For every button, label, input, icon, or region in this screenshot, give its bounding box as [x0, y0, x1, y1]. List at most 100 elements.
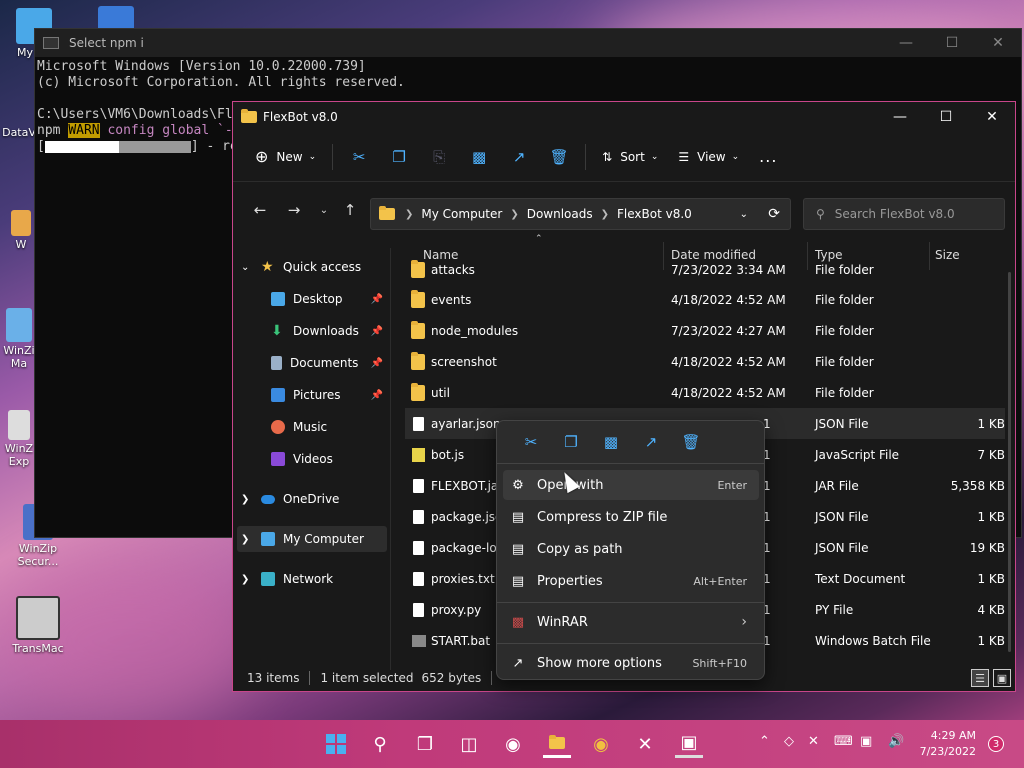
scrollbar[interactable] [1008, 272, 1011, 652]
submenu-chevron-icon: › [741, 614, 747, 630]
keyboard-icon[interactable]: ⌨ [834, 734, 853, 749]
delete-icon[interactable]: 🗑 [550, 148, 569, 166]
terminal-icon[interactable]: ▣ [675, 730, 703, 758]
menu-divider [497, 463, 764, 464]
minimize-button[interactable]: — [877, 102, 923, 132]
table-row[interactable]: attacks 7/23/2022 3:34 AM File folder [405, 260, 1005, 285]
app-icon [11, 210, 31, 236]
address-bar[interactable]: ❯ My Computer ❯ Downloads ❯ FlexBot v8.0… [370, 198, 791, 230]
new-button[interactable]: ⊕ New ⌄ [245, 141, 326, 173]
tiles-view-icon[interactable]: ▣ [993, 669, 1011, 687]
chevron-down-icon: ⌄ [308, 151, 317, 162]
desktop-icon-w[interactable]: W [4, 210, 38, 251]
file-size: 1 KB [977, 571, 1005, 586]
details-view-icon[interactable]: ☰ [971, 669, 989, 687]
cut-icon[interactable]: ✂ [511, 433, 551, 451]
search-input[interactable]: ⚲ Search FlexBot v8.0 [803, 198, 1005, 230]
menu-item-copy-as-path[interactable]: ▤ Copy as path [503, 534, 759, 564]
menu-item-compress-zip[interactable]: ▤ Compress to ZIP file [503, 502, 759, 532]
file-type: JSON File [815, 509, 869, 524]
search-icon[interactable]: ⚲ [366, 730, 394, 758]
file-name: screenshot [431, 354, 497, 369]
table-row[interactable]: events 4/18/2022 4:52 AM File folder [405, 284, 1005, 315]
close-button[interactable]: ✕ [969, 102, 1015, 132]
tray-app-icon[interactable]: ✕ [808, 734, 819, 749]
notification-badge[interactable]: 3 [988, 736, 1004, 752]
cmd-minimize-button[interactable]: — [883, 29, 929, 57]
chrome-icon[interactable]: ◉ [587, 730, 615, 758]
back-arrow-icon[interactable]: ← [243, 201, 277, 219]
recent-chevron-icon[interactable]: ⌄ [311, 205, 337, 216]
menu-item-open-with[interactable]: ⚙ Open with Enter [503, 470, 759, 500]
copy-icon[interactable]: ❐ [551, 433, 591, 451]
menu-item-shortcut: Enter [717, 478, 747, 492]
chat-icon[interactable]: ◉ [499, 730, 527, 758]
cmd-titlebar[interactable]: Select npm i — ☐ ✕ [35, 29, 1021, 57]
file-type: Text Document [815, 571, 906, 586]
breadcrumb-separator-icon: ❯ [600, 208, 610, 220]
chevron-down-icon: ⌄ [650, 151, 659, 162]
file-size: 19 KB [969, 540, 1005, 555]
sort-icon: ⇅ [602, 149, 613, 164]
desktop-icon-winzip[interactable]: WinZi Ma [0, 308, 38, 370]
desktop-icon-label: DataV [2, 126, 36, 139]
explorer-titlebar[interactable]: FlexBot v8.0 — ☐ ✕ [233, 102, 1015, 132]
rename-icon[interactable]: ▩ [591, 433, 631, 451]
file-date: 4/18/2022 4:52 AM [671, 292, 786, 307]
view-label: View [697, 149, 726, 164]
network-tray-icon[interactable]: ◇ [784, 734, 794, 749]
refresh-icon[interactable]: ⟳ [768, 206, 780, 222]
share-icon[interactable]: ↗ [631, 433, 671, 451]
start-windows-icon[interactable] [322, 730, 350, 758]
new-label: New [276, 149, 303, 164]
volume-icon[interactable]: 🔊 [888, 734, 904, 749]
wifi-icon[interactable]: ▣ [860, 734, 872, 749]
toolbar-divider [585, 143, 587, 170]
folder-icon [411, 382, 425, 401]
sort-button[interactable]: ⇅ Sort ⌄ [592, 141, 668, 173]
forward-arrow-icon[interactable]: → [277, 201, 311, 219]
system-clock[interactable]: 4:29 AM 7/23/2022 [920, 728, 976, 760]
rename-icon[interactable]: ▩ [471, 148, 487, 166]
breadcrumb-my-computer[interactable]: My Computer [421, 207, 502, 221]
breadcrumb-flexbot[interactable]: FlexBot v8.0 [617, 207, 692, 221]
copy-icon[interactable]: ❐ [391, 148, 407, 166]
file-name: attacks [431, 262, 475, 277]
see-more-button[interactable]: ... [749, 141, 787, 173]
cmd-close-button[interactable]: ✕ [975, 29, 1021, 57]
cut-icon[interactable]: ✂ [351, 148, 367, 166]
context-menu-quick-actions: ✂ ❐ ▩ ↗ 🗑 [497, 421, 764, 463]
desktop-icon-winz-exp[interactable]: WinZ Exp [0, 410, 38, 468]
folder-icon [411, 351, 425, 370]
table-row[interactable]: util 4/18/2022 4:52 AM File folder [405, 377, 1005, 408]
address-dropdown-icon[interactable]: ⌄ [740, 209, 748, 220]
app-x-icon[interactable]: ✕ [631, 730, 659, 758]
tray-overflow-icon[interactable]: ⌃ [759, 734, 770, 749]
widgets-icon[interactable]: ◫ [455, 730, 483, 758]
task-view-icon[interactable]: ❐ [411, 730, 439, 758]
clock-date: 7/23/2022 [919, 745, 976, 758]
maximize-button[interactable]: ☐ [923, 102, 969, 132]
menu-item-properties[interactable]: ▤ Properties Alt+Enter [503, 566, 759, 596]
file-name: ayarlar.json [431, 416, 501, 431]
view-button[interactable]: ☰ View ⌄ [668, 141, 749, 173]
selection-count: 1 item selected [320, 671, 414, 685]
delete-icon[interactable]: 🗑 [671, 433, 711, 451]
breadcrumb-downloads[interactable]: Downloads [527, 207, 593, 221]
file-type: File folder [815, 262, 874, 277]
share-icon[interactable]: ↗ [511, 148, 527, 166]
file-type: File folder [815, 292, 874, 307]
desktop-icon-datav[interactable]: DataV [0, 126, 38, 139]
up-arrow-icon[interactable]: ↑ [337, 201, 363, 219]
file-explorer-taskbar-icon[interactable] [543, 730, 571, 758]
menu-item-show-more-options[interactable]: ↗ Show more options Shift+F10 [503, 648, 759, 678]
table-row[interactable]: node_modules 7/23/2022 4:27 AM File folder [405, 315, 1005, 346]
file-name: node_modules [431, 323, 519, 338]
paste-icon[interactable]: ⎘ [431, 148, 447, 166]
cmd-maximize-button[interactable]: ☐ [929, 29, 975, 57]
table-row[interactable]: screenshot 4/18/2022 4:52 AM File folder [405, 346, 1005, 377]
desktop-icon-label: WinZi Ma [3, 344, 35, 370]
explorer-title: FlexBot v8.0 [263, 110, 338, 124]
desktop-icon-transmac[interactable]: TransMac [8, 596, 68, 655]
menu-item-winrar[interactable]: ▩ WinRAR › [503, 607, 759, 637]
